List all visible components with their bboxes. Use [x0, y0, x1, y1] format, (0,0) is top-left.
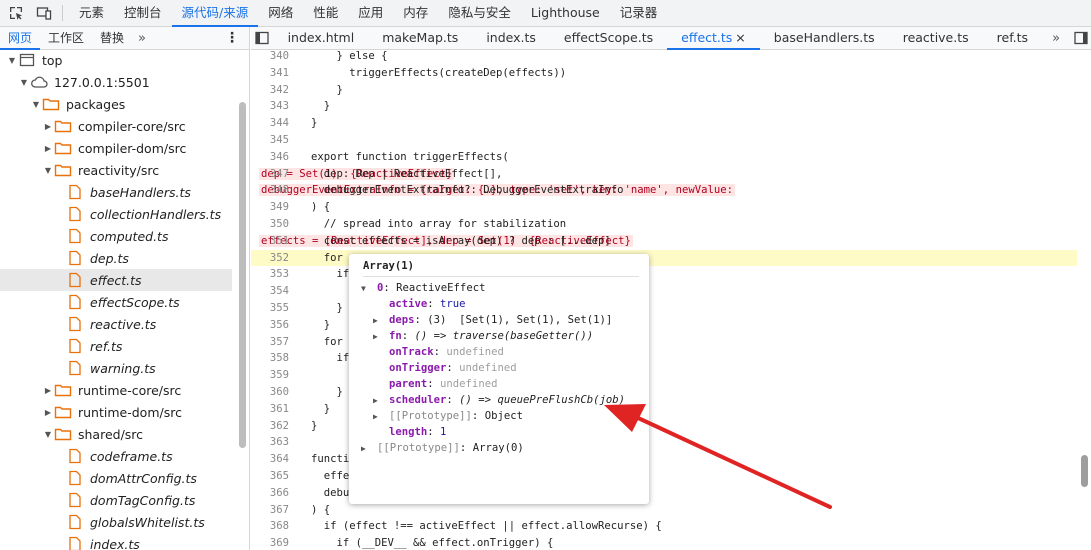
annotation-arrow — [604, 404, 832, 509]
arrow-shaft — [634, 415, 832, 509]
